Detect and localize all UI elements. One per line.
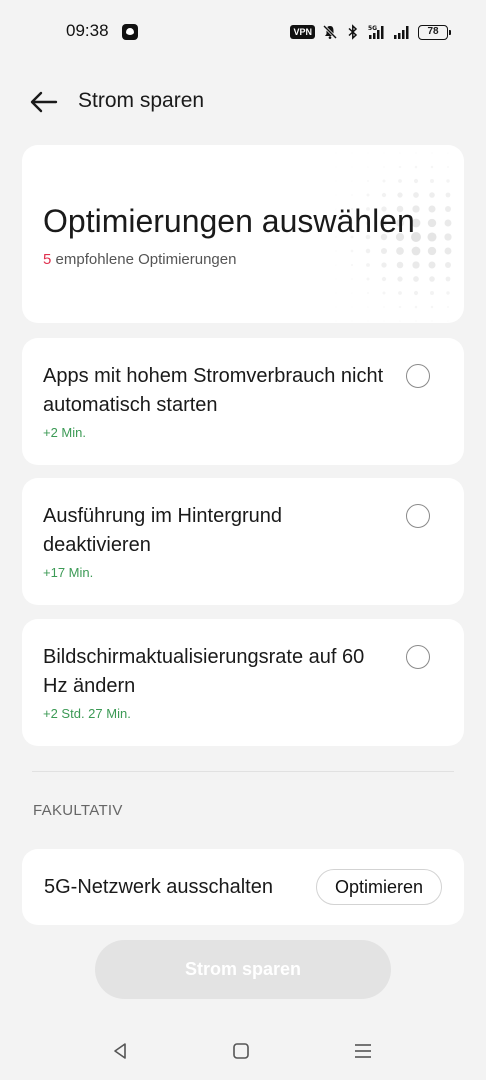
menu-recents-icon bbox=[355, 1044, 371, 1058]
square-home-icon bbox=[233, 1043, 249, 1059]
hero-subtitle: 5 empfohlene Optimierungen bbox=[43, 251, 236, 268]
hero-card: Optimierungen auswählen 5 empfohlene Opt… bbox=[22, 145, 464, 323]
optimization-title: Apps mit hohem Stromverbrauch nicht auto… bbox=[43, 365, 384, 416]
recommendation-count: 5 bbox=[43, 251, 52, 268]
signal-icon bbox=[394, 26, 409, 39]
hero-title: Optimierungen auswählen bbox=[43, 203, 415, 239]
vpn-badge: VPN bbox=[290, 25, 315, 39]
mute-icon bbox=[322, 24, 338, 40]
optimization-item-autostart[interactable]: Apps mit hohem Stromverbrauch nicht auto… bbox=[22, 338, 464, 465]
nav-back-button[interactable] bbox=[105, 1036, 135, 1066]
status-time: 09:38 bbox=[66, 21, 109, 40]
triangle-back-icon bbox=[114, 1043, 126, 1059]
optimization-item-refresh-rate[interactable]: Bildschirmaktualisierungsrate auf 60 Hz … bbox=[22, 619, 464, 746]
back-button[interactable] bbox=[26, 84, 62, 120]
navigation-bar bbox=[0, 1030, 486, 1070]
optimization-gain: +2 Min. bbox=[43, 425, 86, 440]
optimization-title: Ausführung im Hintergrund deaktivieren bbox=[43, 505, 283, 556]
battery-icon: 78 bbox=[418, 24, 451, 40]
network-type-label: 5G bbox=[368, 25, 377, 32]
divider bbox=[32, 771, 454, 772]
status-bar: 09:38 VPN 5G 78 bbox=[0, 0, 486, 64]
header: Strom sparen bbox=[0, 80, 486, 124]
optimization-item-background[interactable]: Ausführung im Hintergrund deaktivieren +… bbox=[22, 478, 464, 605]
signal-5g-icon: 5G bbox=[368, 25, 384, 39]
optimization-title: Bildschirmaktualisierungsrate auf 60 Hz … bbox=[43, 646, 365, 697]
optional-item-label: 5G-Netzwerk ausschalten bbox=[44, 876, 273, 898]
optimization-gain: +2 Std. 27 Min. bbox=[43, 706, 131, 721]
nav-recents-button[interactable] bbox=[348, 1036, 378, 1066]
optional-item-5g: 5G-Netzwerk ausschalten Optimieren bbox=[22, 849, 464, 925]
nav-home-button[interactable] bbox=[226, 1036, 256, 1066]
recommendation-label: empfohlene Optimierungen bbox=[55, 251, 237, 268]
section-label-optional: FAKULTATIV bbox=[33, 802, 123, 819]
optimization-radio[interactable] bbox=[406, 645, 430, 669]
optimization-radio[interactable] bbox=[406, 364, 430, 388]
status-icons: VPN 5G 78 bbox=[290, 23, 451, 41]
arrow-left-icon bbox=[30, 91, 58, 113]
screen: 09:38 VPN 5G 78 Strom sparen Optimierung… bbox=[0, 0, 486, 1080]
optimization-radio[interactable] bbox=[406, 504, 430, 528]
optimize-button[interactable]: Optimieren bbox=[316, 869, 442, 905]
page-title: Strom sparen bbox=[78, 89, 205, 112]
optimization-gain: +17 Min. bbox=[43, 565, 94, 580]
bluetooth-icon bbox=[348, 24, 358, 40]
shield-notification-icon bbox=[122, 24, 138, 40]
save-power-button[interactable]: Strom sparen bbox=[95, 940, 391, 999]
